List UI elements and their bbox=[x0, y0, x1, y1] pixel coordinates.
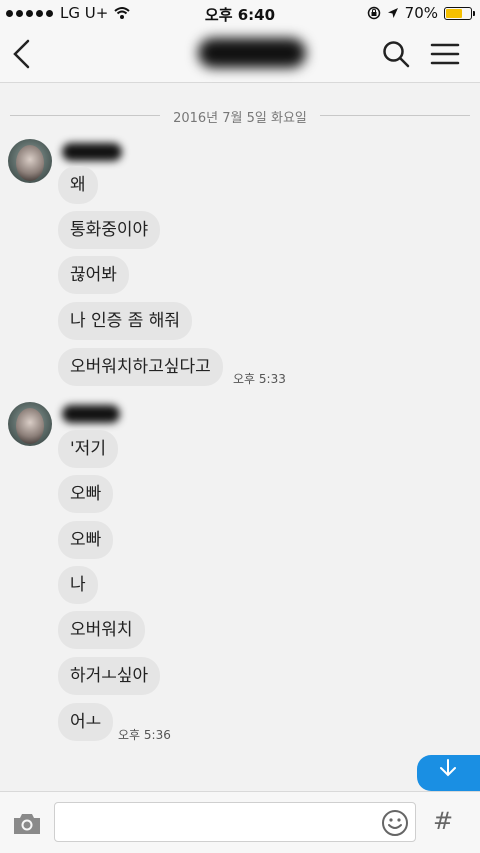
message-bubble[interactable]: 나 인증 좀 해줘 bbox=[58, 302, 193, 340]
message-timestamp: 오후 5:36 bbox=[118, 728, 171, 742]
message-bubble[interactable]: 통화중이야 bbox=[58, 211, 161, 249]
message-timestamp: 오후 5:33 bbox=[233, 372, 286, 386]
avatar[interactable] bbox=[8, 139, 52, 183]
avatar[interactable] bbox=[8, 402, 52, 446]
message-bubble[interactable]: 어ㅗ bbox=[58, 703, 114, 741]
message-bubble[interactable]: 나 bbox=[58, 566, 98, 604]
rotation-lock-icon bbox=[367, 6, 380, 20]
menu-icon[interactable] bbox=[430, 42, 460, 66]
sender-name-redacted bbox=[62, 143, 122, 161]
battery-icon bbox=[444, 6, 475, 20]
message-bubble[interactable]: 오빠 bbox=[58, 475, 114, 513]
status-right: 70% bbox=[367, 4, 475, 22]
message-bubble[interactable]: '저기 bbox=[58, 430, 118, 468]
date-divider-label: 2016년 7월 5일 화요일 bbox=[165, 111, 315, 126]
message-bubble[interactable]: 오빠 bbox=[58, 521, 114, 559]
input-bar: # bbox=[0, 791, 480, 853]
chevron-left-icon[interactable] bbox=[10, 38, 34, 70]
battery-fill bbox=[446, 8, 463, 18]
camera-icon[interactable] bbox=[12, 812, 42, 836]
location-arrow-icon bbox=[387, 8, 398, 18]
message-bubble[interactable]: 오버워치 bbox=[58, 611, 145, 649]
battery-percent: 70% bbox=[404, 4, 438, 22]
message-input[interactable] bbox=[54, 802, 416, 842]
arrow-down-icon bbox=[440, 759, 456, 777]
message-bubble[interactable]: 오버워치하고싶다고 bbox=[58, 348, 223, 386]
hash-icon[interactable]: # bbox=[430, 806, 456, 836]
emoji-icon[interactable] bbox=[381, 809, 409, 837]
message-bubble[interactable]: 끊어봐 bbox=[58, 256, 129, 294]
search-icon[interactable] bbox=[382, 40, 410, 68]
sender-name-redacted bbox=[62, 405, 120, 423]
message-bubble[interactable]: 하거ㅗ싶아 bbox=[58, 657, 161, 695]
chat-title-redacted bbox=[198, 38, 306, 68]
message-bubble[interactable]: 왜 bbox=[58, 166, 98, 204]
message-list[interactable]: 2016년 7월 5일 화요일 왜 통화중이야 끊어봐 나 인증 좀 해줘 오버… bbox=[0, 83, 480, 791]
status-bar: LG U+ 오후 6:40 70% bbox=[0, 0, 480, 26]
date-divider: 2016년 7월 5일 화요일 bbox=[10, 105, 470, 126]
chat-header bbox=[0, 26, 480, 83]
